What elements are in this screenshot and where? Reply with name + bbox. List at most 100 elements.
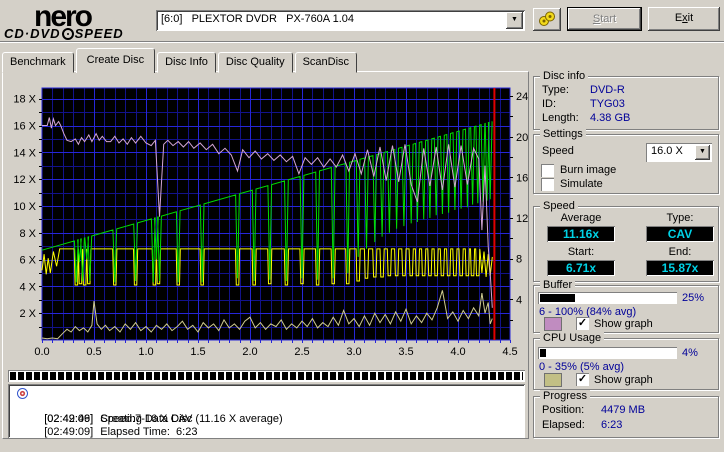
cpu-bar bbox=[538, 347, 677, 359]
disc-type-value: DVD-R bbox=[590, 84, 625, 96]
svg-text:4.0: 4.0 bbox=[450, 346, 465, 358]
disc-info-group: Disc info Type: DVD-R ID: TYG03 Length: … bbox=[533, 76, 719, 130]
cpu-show-graph-label: Show graph bbox=[594, 374, 653, 386]
write-progress-bar bbox=[8, 370, 525, 382]
position-value: 4479 MB bbox=[601, 404, 645, 416]
svg-text:12: 12 bbox=[516, 213, 528, 225]
gears-icon bbox=[538, 11, 556, 27]
svg-text:4 X: 4 X bbox=[19, 281, 36, 293]
svg-text:2.0: 2.0 bbox=[242, 346, 257, 358]
svg-text:16 X: 16 X bbox=[13, 121, 36, 133]
disc-type-label: Type: bbox=[542, 84, 569, 96]
settings-group: Settings Speed 16.0 X ▼ Burn image Simul… bbox=[533, 134, 719, 194]
nero-cd-dvd-speed-window: { "header": { "brand_top": "nero", "bran… bbox=[0, 0, 724, 441]
svg-text:0.0: 0.0 bbox=[34, 346, 49, 358]
disc-length-label: Length: bbox=[542, 112, 579, 124]
svg-text:12 X: 12 X bbox=[13, 174, 36, 186]
speed-setting-label: Speed bbox=[542, 145, 574, 157]
chevron-down-icon[interactable]: ▼ bbox=[506, 12, 523, 29]
buffer-title: Buffer bbox=[540, 279, 575, 292]
start-speed-label: Start: bbox=[547, 246, 615, 258]
speed-graph: 2 X 4 X 6 X 8 X 10 X 12 X 14 X 16 X 18 X 4 8 12 16 20… bbox=[12, 78, 528, 362]
cpu-range: 0 - 35% (5% avg) bbox=[539, 361, 624, 373]
svg-text:18 X: 18 X bbox=[13, 94, 36, 106]
chevron-down-icon[interactable]: ▼ bbox=[695, 145, 710, 160]
svg-text:8: 8 bbox=[516, 254, 522, 266]
buffer-show-graph-checkbox[interactable]: ✓ bbox=[576, 317, 589, 330]
svg-text:20: 20 bbox=[516, 132, 528, 144]
svg-text:1.0: 1.0 bbox=[138, 346, 153, 358]
speed-group: Speed Average Type: 11.16x CAV Start: En… bbox=[533, 206, 719, 282]
write-progress-bar-fill bbox=[10, 372, 523, 380]
cpu-show-graph-checkbox[interactable]: ✓ bbox=[576, 373, 589, 386]
simulate-label: Simulate bbox=[560, 178, 603, 190]
logo-text-right: SPEED bbox=[75, 26, 124, 41]
average-speed-display: 11.16x bbox=[547, 226, 615, 242]
start-speed-display: 6.71x bbox=[547, 260, 615, 276]
svg-text:4.5: 4.5 bbox=[502, 346, 517, 358]
start-button[interactable]: Start bbox=[567, 7, 642, 31]
svg-text:3.5: 3.5 bbox=[398, 346, 413, 358]
svg-text:0.5: 0.5 bbox=[86, 346, 101, 358]
cpu-bar-fill bbox=[540, 349, 546, 357]
tab-benchmark[interactable]: Benchmark bbox=[2, 52, 74, 73]
drive-selector[interactable]: [6:0] PLEXTOR DVDR PX-760A 1.04 ▼ bbox=[156, 10, 525, 31]
svg-text:2 X: 2 X bbox=[19, 308, 36, 320]
svg-text:1.5: 1.5 bbox=[190, 346, 205, 358]
svg-text:3.0: 3.0 bbox=[346, 346, 361, 358]
drive-selector-value: [6:0] PLEXTOR DVDR PX-760A 1.04 bbox=[161, 13, 354, 25]
buffer-percent: 25% bbox=[682, 292, 704, 304]
svg-text:24: 24 bbox=[516, 91, 528, 103]
cpu-series-swatch bbox=[544, 373, 562, 387]
elapsed-label: Elapsed: bbox=[542, 419, 585, 431]
progress-group: Progress Position: 4479 MB Elapsed: 6:23 bbox=[533, 396, 719, 438]
svg-text:6 X: 6 X bbox=[19, 255, 36, 267]
disc-id-value: TYG03 bbox=[590, 98, 625, 110]
exit-button[interactable]: Exit bbox=[648, 7, 720, 31]
cpu-usage-group: CPU Usage 4% 0 - 35% (5% avg) ✓ Show gra… bbox=[533, 338, 719, 390]
end-speed-label: End: bbox=[646, 246, 714, 258]
burn-image-label: Burn image bbox=[560, 164, 616, 176]
disc-id-label: ID: bbox=[542, 98, 556, 110]
log-line: [02:49:09]Speed:7-16 X CAV (11.16 X aver… bbox=[8, 400, 525, 413]
disc-info-title: Disc info bbox=[540, 70, 588, 83]
svg-text:14 X: 14 X bbox=[13, 147, 36, 159]
average-speed-label: Average bbox=[547, 212, 615, 224]
burn-image-checkbox[interactable] bbox=[541, 164, 554, 177]
tab-disc-quality[interactable]: Disc Quality bbox=[218, 52, 293, 73]
logo-text-left: CD·DVD bbox=[4, 26, 61, 41]
disc-length-value: 4.38 GB bbox=[590, 112, 630, 124]
simulate-checkbox[interactable] bbox=[541, 178, 554, 191]
tab-bar: Benchmark Create Disc Disc Info Disc Qua… bbox=[2, 48, 359, 73]
log-line: [02:42:46]Creating Data Disc bbox=[8, 387, 525, 400]
log-panel: [02:42:46]Creating Data Disc [02:49:09]S… bbox=[8, 384, 525, 438]
progress-title: Progress bbox=[540, 390, 590, 403]
svg-text:10 X: 10 X bbox=[13, 201, 36, 213]
cd-dvd-speed-logo: CD·DVD SPEED bbox=[4, 26, 124, 41]
buffer-bar bbox=[538, 292, 677, 304]
buffer-bar-fill bbox=[540, 294, 575, 302]
speed-select-value: 16.0 X bbox=[651, 145, 683, 157]
disc-icon bbox=[17, 388, 28, 399]
tab-create-disc[interactable]: Create Disc bbox=[76, 48, 155, 73]
settings-title: Settings bbox=[540, 128, 586, 141]
speed-select[interactable]: 16.0 X ▼ bbox=[646, 143, 712, 162]
position-label: Position: bbox=[542, 404, 584, 416]
buffer-series-swatch bbox=[544, 317, 562, 331]
svg-text:8 X: 8 X bbox=[19, 228, 36, 240]
log-timestamp: [02:49:09] bbox=[44, 426, 100, 439]
buffer-show-graph-label: Show graph bbox=[594, 318, 653, 330]
log-line: [02:49:09]Elapsed Time: 6:23 bbox=[8, 413, 525, 426]
tab-disc-info[interactable]: Disc Info bbox=[157, 52, 216, 73]
cpu-usage-title: CPU Usage bbox=[540, 332, 604, 345]
speed-type-label: Type: bbox=[646, 212, 714, 224]
svg-text:4: 4 bbox=[516, 294, 522, 306]
svg-text:16: 16 bbox=[516, 172, 528, 184]
tab-scandisc[interactable]: ScanDisc bbox=[295, 52, 357, 73]
options-button[interactable] bbox=[533, 8, 561, 31]
elapsed-value: 6:23 bbox=[601, 419, 622, 431]
speed-type-display: CAV bbox=[646, 226, 714, 242]
log-text: Elapsed Time: 6:23 bbox=[100, 426, 197, 438]
cpu-percent: 4% bbox=[682, 347, 698, 359]
buffer-group: Buffer 25% 6 - 100% (84% avg) ✓ Show gra… bbox=[533, 285, 719, 333]
